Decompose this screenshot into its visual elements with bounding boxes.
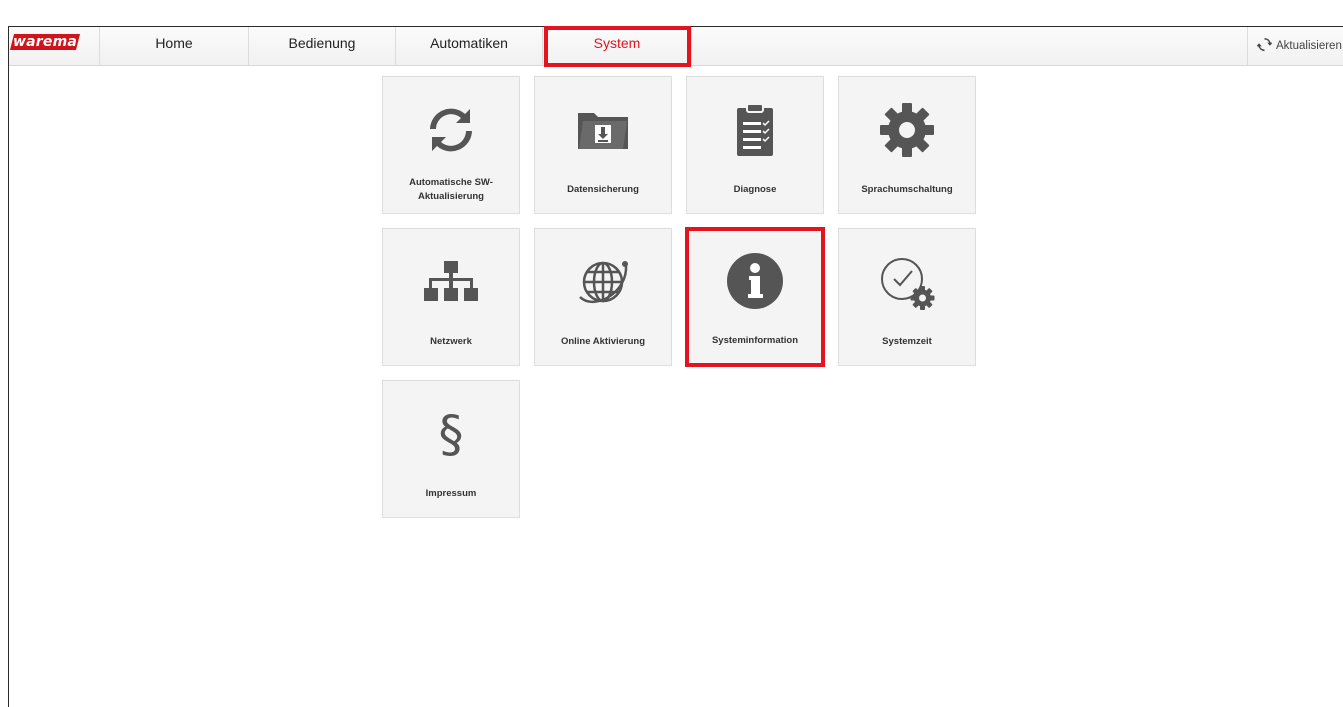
globe-icon — [535, 251, 671, 313]
tile-sprachumschaltung[interactable]: Sprachumschaltung — [838, 76, 976, 214]
tile-label: Diagnose — [733, 184, 777, 195]
tile-label: Systeminformation — [711, 335, 799, 346]
tile-diagnose[interactable]: Diagnose — [686, 76, 824, 214]
tile-label: Online Aktivierung — [560, 336, 646, 347]
clipboard-icon — [687, 99, 823, 161]
tile-datensicherung[interactable]: Datensicherung — [534, 76, 672, 214]
top-navigation-bar: warema Home Bedienung Automatiken System… — [9, 26, 1343, 67]
refresh-button[interactable]: Aktualisieren — [1257, 27, 1343, 65]
nav-home[interactable]: Home — [100, 27, 248, 65]
tile-systeminformation[interactable]: Systeminformation — [685, 227, 825, 367]
clock-gear-icon — [839, 251, 975, 313]
tile-systemzeit[interactable]: Systemzeit — [838, 228, 976, 366]
refresh-label: Aktualisieren — [1276, 40, 1342, 52]
tile-label: Impressum — [425, 488, 477, 499]
gear-icon — [839, 99, 975, 161]
section-glyph: § — [438, 405, 464, 463]
tile-label: Sprachumschaltung — [861, 184, 953, 195]
nav-divider — [1247, 27, 1248, 65]
nav-system[interactable]: System — [543, 27, 691, 65]
info-icon — [689, 250, 821, 312]
tile-label: Netzwerk — [430, 336, 472, 347]
folder-download-icon — [535, 99, 671, 161]
nav-bedienung[interactable]: Bedienung — [249, 27, 395, 65]
tile-label: Datensicherung — [567, 184, 639, 195]
section-sign-icon: § — [383, 403, 519, 465]
logo-text: warema — [12, 34, 77, 50]
tile-label: Systemzeit — [882, 336, 932, 347]
tile-online-aktivierung[interactable]: Online Aktivierung — [534, 228, 672, 366]
sync-icon — [383, 99, 519, 161]
tile-netzwerk[interactable]: Netzwerk — [382, 228, 520, 366]
tile-impressum[interactable]: § Impressum — [382, 380, 520, 518]
tile-auto-sw-update[interactable]: Automatische SW-Aktualisierung — [382, 76, 520, 214]
tile-label: Automatische SW-Aktualisierung — [409, 177, 493, 202]
warema-logo[interactable]: warema — [10, 34, 80, 50]
network-icon — [383, 251, 519, 313]
refresh-icon — [1257, 37, 1273, 55]
nav-automatiken[interactable]: Automatiken — [396, 27, 542, 65]
app-frame — [8, 26, 1343, 707]
nav-divider — [691, 27, 692, 65]
